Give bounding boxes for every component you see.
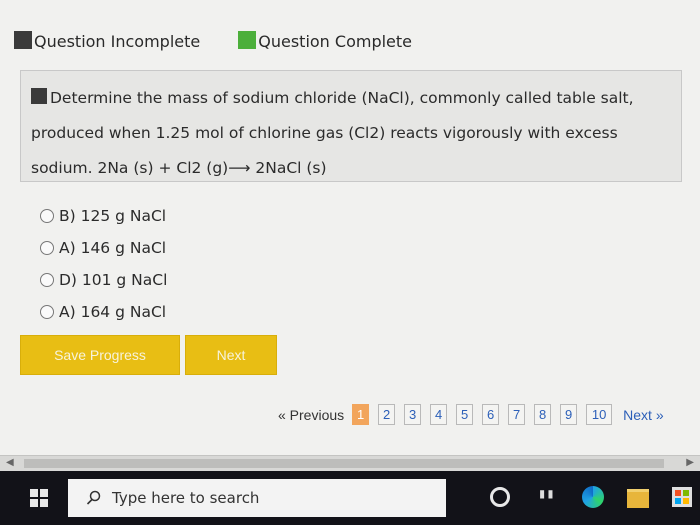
page-4[interactable]: 4 [430,404,448,425]
option-4[interactable]: A) 164 g NaCl [40,296,167,328]
option-label: B) 125 g NaCl [59,207,167,225]
page-9[interactable]: 9 [560,404,578,425]
status-legend: Question Incomplete Question Complete [14,30,450,51]
option-label: D) 101 g NaCl [59,271,168,289]
complete-square-icon [238,30,257,49]
task-view-icon[interactable]: ▮▮ [538,486,560,506]
radio-icon[interactable] [40,305,54,319]
incomplete-square-icon [14,30,32,49]
page-3[interactable]: 3 [404,404,422,425]
radio-icon[interactable] [40,241,54,255]
page-10[interactable]: 10 [586,404,613,425]
answer-options: B) 125 g NaCl A) 146 g NaCl D) 101 g NaC… [40,200,167,328]
question-line-3: sodium. 2Na (s) + Cl2 (g)⟶ 2NaCl (s) [31,159,327,177]
horizontal-scrollbar[interactable]: ◀ ▶ [0,455,700,472]
radio-icon[interactable] [40,273,54,287]
next-button[interactable]: Next [185,335,277,375]
page-1[interactable]: 1 [352,404,370,425]
next-link[interactable]: Next » [623,407,663,423]
question-line-2: produced when 1.25 mol of chlorine gas (… [31,124,618,142]
option-3[interactable]: D) 101 g NaCl [40,264,167,296]
store-icon[interactable] [672,487,692,507]
question-text-1: Determine the mass of sodium chloride (N… [50,89,634,107]
file-explorer-icon[interactable] [627,489,649,508]
radio-icon[interactable] [40,209,54,223]
question-box: Determine the mass of sodium chloride (N… [20,70,682,182]
option-2[interactable]: A) 146 g NaCl [40,232,167,264]
option-label: A) 164 g NaCl [59,303,167,321]
question-line-1: Determine the mass of sodium chloride (N… [31,81,671,116]
search-icon [86,490,101,505]
previous-link[interactable]: « Previous [278,407,344,423]
question-status-icon [31,88,47,104]
taskbar: Type here to search ▮▮ [0,471,700,525]
option-label: A) 146 g NaCl [59,239,167,257]
edge-browser-icon[interactable] [582,486,604,508]
page-7[interactable]: 7 [508,404,526,425]
windows-start-icon[interactable] [30,489,48,507]
page-6[interactable]: 6 [482,404,500,425]
page-5[interactable]: 5 [456,404,474,425]
scroll-thumb[interactable] [24,459,664,468]
legend-complete-label: Question Complete [258,32,413,51]
taskbar-search-box[interactable]: Type here to search [68,479,446,517]
legend-incomplete: Question Incomplete [14,30,201,51]
legend-incomplete-label: Question Incomplete [34,32,201,51]
legend-complete: Question Complete [238,30,413,51]
page-2[interactable]: 2 [378,404,396,425]
scroll-right-arrow-icon[interactable]: ▶ [686,457,694,468]
search-placeholder: Type here to search [112,489,260,507]
scroll-left-arrow-icon[interactable]: ◀ [6,457,14,468]
page-8[interactable]: 8 [534,404,552,425]
cortana-icon[interactable] [490,487,510,507]
quiz-page: Question Incomplete Question Complete De… [0,0,700,455]
pagination: « Previous 1 2 3 4 5 6 7 8 9 10 Next » [278,404,664,425]
save-progress-button[interactable]: Save Progress [20,335,180,375]
option-1[interactable]: B) 125 g NaCl [40,200,167,232]
